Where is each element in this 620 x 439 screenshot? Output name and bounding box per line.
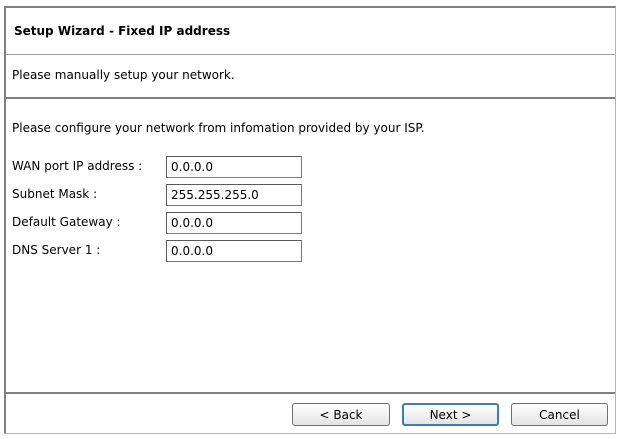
wan-ip-input[interactable] — [166, 156, 302, 178]
default-gateway-label: Default Gateway : — [12, 215, 121, 229]
wizard-header: Setup Wizard - Fixed IP address — [6, 8, 615, 55]
wizard-subheader: Please manually setup your network. — [6, 55, 615, 99]
page-title: Setup Wizard - Fixed IP address — [14, 24, 231, 38]
subheader-text: Please manually setup your network. — [12, 68, 235, 82]
subnet-mask-label: Subnet Mask : — [12, 187, 98, 201]
wizard-footer: < Back Next > Cancel — [6, 392, 615, 433]
wan-ip-label: WAN port IP address : — [12, 159, 143, 173]
dns-server-1-label: DNS Server 1 : — [12, 243, 101, 257]
default-gateway-input[interactable] — [166, 212, 302, 234]
setup-wizard-panel: Setup Wizard - Fixed IP address Please m… — [4, 6, 616, 434]
dns-server-1-input[interactable] — [166, 240, 302, 262]
instruction-text: Please configure your network from infom… — [12, 121, 425, 135]
cancel-button[interactable]: Cancel — [511, 403, 608, 426]
back-button[interactable]: < Back — [292, 403, 390, 426]
next-button[interactable]: Next > — [402, 403, 499, 426]
subnet-mask-input[interactable] — [166, 184, 302, 206]
